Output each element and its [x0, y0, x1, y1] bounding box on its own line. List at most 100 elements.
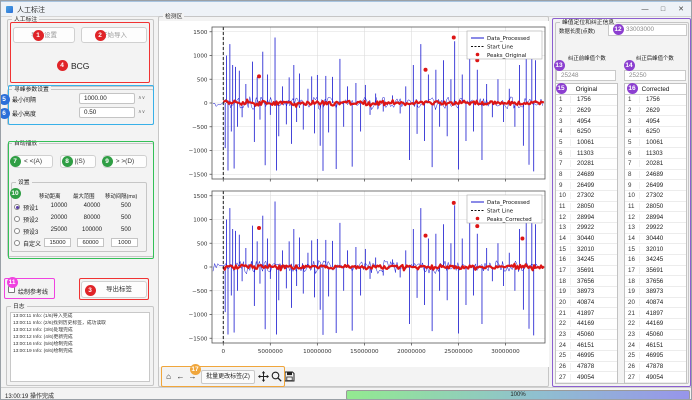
original-table-row[interactable]: 2141897 — [556, 308, 617, 319]
svg-text:−1500: −1500 — [189, 336, 208, 342]
preset-radio[interactable] — [14, 216, 20, 222]
preset-radio[interactable] — [14, 240, 20, 246]
autoplay-forward-button[interactable]: > >(D) — [103, 155, 147, 168]
peak-sample-value: 30440 — [640, 235, 686, 242]
original-table-row[interactable]: 1634245 — [556, 255, 617, 266]
corrected-table-row[interactable]: 1532010 — [625, 244, 686, 255]
original-table-row[interactable]: 1735691 — [556, 266, 617, 277]
close-button[interactable]: ✕ — [673, 4, 689, 16]
original-table-row[interactable]: 1128050 — [556, 202, 617, 213]
original-table-row[interactable]: 1329922 — [556, 223, 617, 234]
home-icon[interactable]: ⌂ — [163, 370, 174, 383]
original-table-row[interactable]: 2040874 — [556, 298, 617, 309]
reference-line-checkbox[interactable] — [8, 286, 15, 293]
corrected-table-row[interactable]: 1938973 — [625, 287, 686, 298]
corrected-table-row[interactable]: 34954 — [625, 116, 686, 127]
original-table-row[interactable]: 611303 — [556, 148, 617, 159]
row-index: 19 — [625, 288, 640, 295]
export-labels-button[interactable]: 导出标签 — [81, 281, 147, 298]
row-index: 4 — [625, 128, 640, 135]
corrected-table-row[interactable]: 2446151 — [625, 340, 686, 351]
pan-icon[interactable] — [258, 371, 269, 382]
min-interval-spinner-arrows[interactable]: ∧∨ — [138, 95, 145, 101]
maximize-button[interactable]: □ — [655, 4, 671, 16]
corrected-table-row[interactable]: 2244169 — [625, 319, 686, 330]
original-table-row[interactable]: 2749054 — [556, 372, 617, 383]
corrected-table-row[interactable]: 510061 — [625, 138, 686, 149]
corrected-table-row[interactable]: 1128050 — [625, 202, 686, 213]
status-text: 13:00:19 操作完成 — [5, 391, 54, 400]
corrected-table-row[interactable]: 2647878 — [625, 362, 686, 373]
original-table-row[interactable]: 1837656 — [556, 276, 617, 287]
corrected-table-row[interactable]: 2040874 — [625, 298, 686, 309]
original-table-row[interactable]: 720281 — [556, 159, 617, 170]
original-table-row[interactable]: 2345060 — [556, 330, 617, 341]
row-index: 9 — [556, 182, 571, 189]
zoom-icon[interactable] — [271, 371, 282, 382]
corrected-table-row[interactable]: 926499 — [625, 180, 686, 191]
corrected-table-row[interactable]: 46250 — [625, 127, 686, 138]
corrected-table-row[interactable]: 11756 — [625, 95, 686, 106]
original-table-row[interactable]: 926499 — [556, 180, 617, 191]
save-icon[interactable] — [284, 371, 295, 382]
preset-radio[interactable] — [14, 204, 20, 210]
row-index: 20 — [556, 299, 571, 306]
original-table-row[interactable]: 1027302 — [556, 191, 617, 202]
original-table-row[interactable]: 1938973 — [556, 287, 617, 298]
minimize-button[interactable]: — — [637, 4, 653, 16]
row-index: 12 — [556, 214, 571, 221]
original-table-row[interactable]: 2546995 — [556, 351, 617, 362]
original-table-row[interactable]: 510061 — [556, 138, 617, 149]
corrected-peaks-table[interactable]: Corrected 117562262934954462505100616113… — [624, 83, 687, 384]
corrected-table-row[interactable]: 1027302 — [625, 191, 686, 202]
original-table-row[interactable]: 11756 — [556, 95, 617, 106]
corrected-table-row[interactable]: 2141897 — [625, 308, 686, 319]
row-index: 13 — [556, 224, 571, 231]
start-import-button[interactable]: 开始导入 — [81, 27, 147, 43]
autoplay-settings-title: 设置 — [16, 179, 32, 187]
autoplay-pause-button[interactable]: | |(S) — [60, 155, 96, 168]
back-icon[interactable]: ← — [175, 370, 186, 383]
log-textarea[interactable]: 13:00:11 Info: (1/6)导入完成13:00:11 Info: (… — [10, 312, 150, 382]
original-table-row[interactable]: 34954 — [556, 116, 617, 127]
corrected-table-row[interactable]: 720281 — [625, 159, 686, 170]
original-table-row[interactable]: 2446151 — [556, 340, 617, 351]
corrected-table-row[interactable]: 824689 — [625, 170, 686, 181]
charts-figure[interactable]: −1500−1000−500050010001500Data_Processed… — [159, 21, 549, 367]
batch-change-labels-button[interactable]: 批量更改标签(Z) — [201, 370, 255, 384]
corrected-table-row[interactable]: 1329922 — [625, 223, 686, 234]
original-table-row[interactable]: 1430440 — [556, 234, 617, 245]
corrected-table-row[interactable]: 1837656 — [625, 276, 686, 287]
corrected-table-row[interactable]: 2749054 — [625, 372, 686, 383]
forward-icon[interactable]: → — [187, 370, 198, 383]
min-height-spinner-arrows[interactable]: ∧∨ — [138, 109, 145, 115]
peak-sample-value: 47878 — [640, 363, 686, 370]
preset-value-2[interactable]: 1000 — [111, 238, 138, 247]
import-settings-button[interactable]: 导入设置 — [13, 27, 75, 43]
min-interval-spinbox[interactable]: 1000.00 — [79, 93, 135, 104]
original-table-row[interactable]: 824689 — [556, 170, 617, 181]
original-table-row[interactable]: 1532010 — [556, 244, 617, 255]
corrected-table-row[interactable]: 22629 — [625, 106, 686, 117]
corrected-table-row[interactable]: 611303 — [625, 148, 686, 159]
corrected-table-row[interactable]: 1735691 — [625, 266, 686, 277]
original-table-row[interactable]: 2244169 — [556, 319, 617, 330]
corrected-table-row[interactable]: 2546995 — [625, 351, 686, 362]
corrected-table-row[interactable]: 1228994 — [625, 212, 686, 223]
preset-value-0[interactable]: 15000 — [44, 238, 71, 247]
corrected-table-row[interactable]: 2345060 — [625, 330, 686, 341]
original-table-row[interactable]: 2647878 — [556, 362, 617, 373]
peak-sample-value: 4954 — [571, 118, 617, 125]
corrected-table-row[interactable]: 1634245 — [625, 255, 686, 266]
corrected-table-row[interactable]: 1430440 — [625, 234, 686, 245]
peak-sample-value: 46151 — [640, 342, 686, 349]
preset-value-1[interactable]: 60000 — [77, 238, 104, 247]
svg-text:1000: 1000 — [193, 218, 208, 224]
original-table-row[interactable]: 46250 — [556, 127, 617, 138]
original-peaks-table[interactable]: Original 1175622629349544625051006161130… — [555, 83, 618, 384]
autoplay-back-button[interactable]: < <(A) — [13, 155, 53, 168]
original-table-row[interactable]: 1228994 — [556, 212, 617, 223]
original-table-row[interactable]: 22629 — [556, 106, 617, 117]
preset-radio[interactable] — [14, 228, 20, 234]
min-height-spinbox[interactable]: 0.50 — [79, 107, 135, 118]
